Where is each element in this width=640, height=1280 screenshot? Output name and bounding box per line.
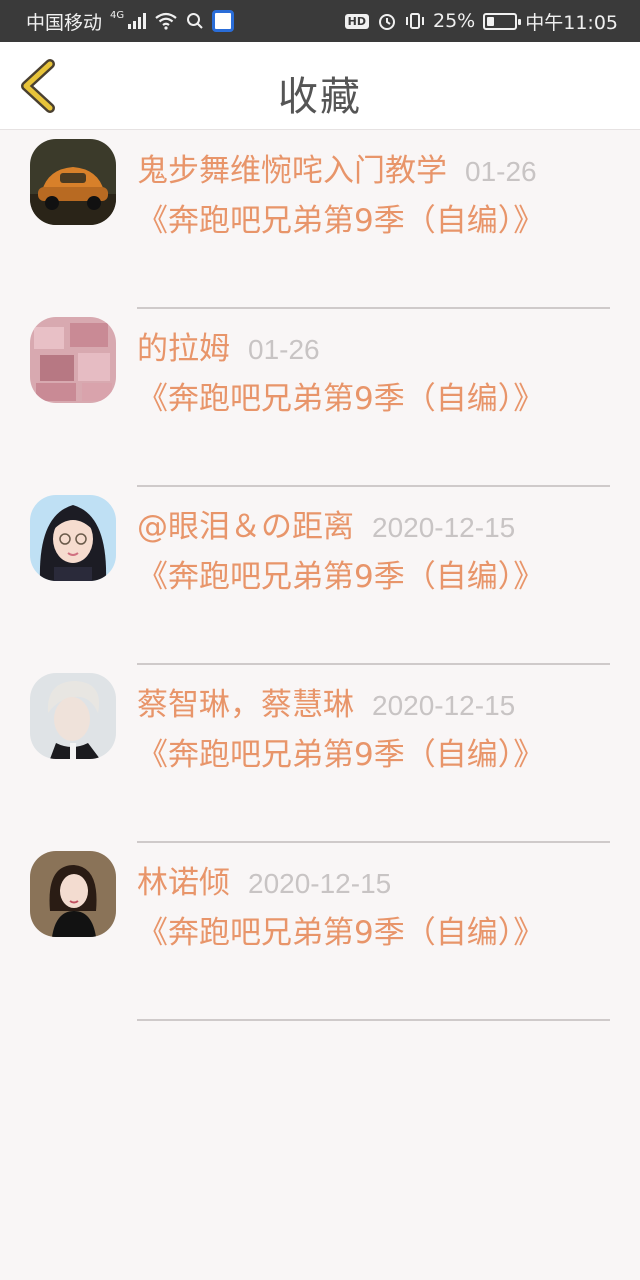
- car-avatar[interactable]: [30, 139, 116, 225]
- hd-badge: HD: [344, 13, 369, 29]
- money-avatar[interactable]: [30, 317, 116, 403]
- carrier-label: 中国移动: [26, 11, 103, 34]
- battery-percent: 25%: [433, 10, 476, 32]
- favorite-date: 01-26: [465, 156, 537, 187]
- favorite-item-body: 林诺倾 2020-12-15 《奔跑吧兄弟第9季（自编）》: [137, 857, 610, 959]
- favorite-author-name[interactable]: 林诺倾: [137, 857, 230, 902]
- favorite-item-body: @眼泪＆の距离 2020-12-15 《奔跑吧兄弟第9季（自编）》: [137, 501, 610, 603]
- favorite-author-name[interactable]: @眼泪＆の距离: [137, 501, 354, 546]
- favorite-item-body: 鬼步舞维惋咤入门教学 01-26 《奔跑吧兄弟第9季（自编）》: [137, 145, 610, 247]
- item-divider: [137, 1019, 610, 1021]
- status-bar: 中国移动 4G HD 25% 中午11:05: [0, 0, 640, 42]
- nav-bar: 收藏: [0, 42, 640, 130]
- favorite-title[interactable]: 《奔跑吧兄弟第9季（自编）》: [137, 551, 544, 603]
- favorite-author-name[interactable]: 鬼步舞维惋咤入门教学: [137, 145, 447, 190]
- man-portrait-avatar[interactable]: [30, 673, 116, 759]
- favorite-item-body: 的拉姆 01-26 《奔跑吧兄弟第9季（自编）》: [137, 323, 610, 425]
- favorite-item[interactable]: 鬼步舞维惋咤入门教学 01-26 《奔跑吧兄弟第9季（自编）》: [0, 131, 640, 309]
- woman-portrait-avatar[interactable]: [30, 851, 116, 937]
- favorite-item-header: 蔡智琳，蔡慧琳 2020-12-15: [137, 679, 610, 729]
- favorite-author-name[interactable]: 蔡智琳，蔡慧琳: [137, 679, 354, 724]
- favorite-item-header: 的拉姆 01-26: [137, 323, 610, 373]
- favorite-date: 2020-12-15: [372, 690, 516, 721]
- battery-icon: [483, 12, 522, 30]
- favorite-author-name[interactable]: 的拉姆: [137, 323, 230, 368]
- wifi-icon: [155, 12, 177, 30]
- favorite-date: 01-26: [248, 334, 320, 365]
- alarm-icon: [379, 14, 395, 30]
- app-notification-icon: [212, 10, 235, 32]
- favorite-date: 2020-12-15: [248, 868, 392, 899]
- favorite-title[interactable]: 《奔跑吧兄弟第9季（自编）》: [137, 373, 544, 425]
- search-icon: [187, 13, 203, 29]
- favorite-item[interactable]: 蔡智琳，蔡慧琳 2020-12-15 《奔跑吧兄弟第9季（自编）》: [0, 665, 640, 843]
- favorite-date: 2020-12-15: [372, 512, 516, 543]
- favorite-item[interactable]: 林诺倾 2020-12-15 《奔跑吧兄弟第9季（自编）》: [0, 843, 640, 1021]
- status-left: 中国移动 4G: [26, 8, 235, 35]
- signal-icon: [128, 13, 147, 29]
- favorite-title[interactable]: 《奔跑吧兄弟第9季（自编）》: [137, 907, 544, 959]
- favorite-item-header: @眼泪＆の距离 2020-12-15: [137, 501, 610, 551]
- favorite-item[interactable]: @眼泪＆の距离 2020-12-15 《奔跑吧兄弟第9季（自编）》: [0, 487, 640, 665]
- favorite-title[interactable]: 《奔跑吧兄弟第9季（自编）》: [137, 729, 544, 781]
- vibrate-icon: [406, 13, 424, 29]
- favorite-item-header: 鬼步舞维惋咤入门教学 01-26: [137, 145, 610, 195]
- favorite-title[interactable]: 《奔跑吧兄弟第9季（自编）》: [137, 195, 544, 247]
- anime-girl-avatar[interactable]: [30, 495, 116, 581]
- status-right: HD 25% 中午11:05: [344, 8, 618, 35]
- favorites-list: 鬼步舞维惋咤入门教学 01-26 《奔跑吧兄弟第9季（自编）》 的拉姆 01-26 《奔跑…: [0, 131, 640, 1021]
- network-type: 4G: [110, 9, 125, 21]
- clock: 中午11:05: [525, 11, 618, 34]
- favorite-item-header: 林诺倾 2020-12-15: [137, 857, 610, 907]
- favorite-item[interactable]: 的拉姆 01-26 《奔跑吧兄弟第9季（自编）》: [0, 309, 640, 487]
- page-title: 收藏: [278, 74, 362, 120]
- favorite-item-body: 蔡智琳，蔡慧琳 2020-12-15 《奔跑吧兄弟第9季（自编）》: [137, 679, 610, 781]
